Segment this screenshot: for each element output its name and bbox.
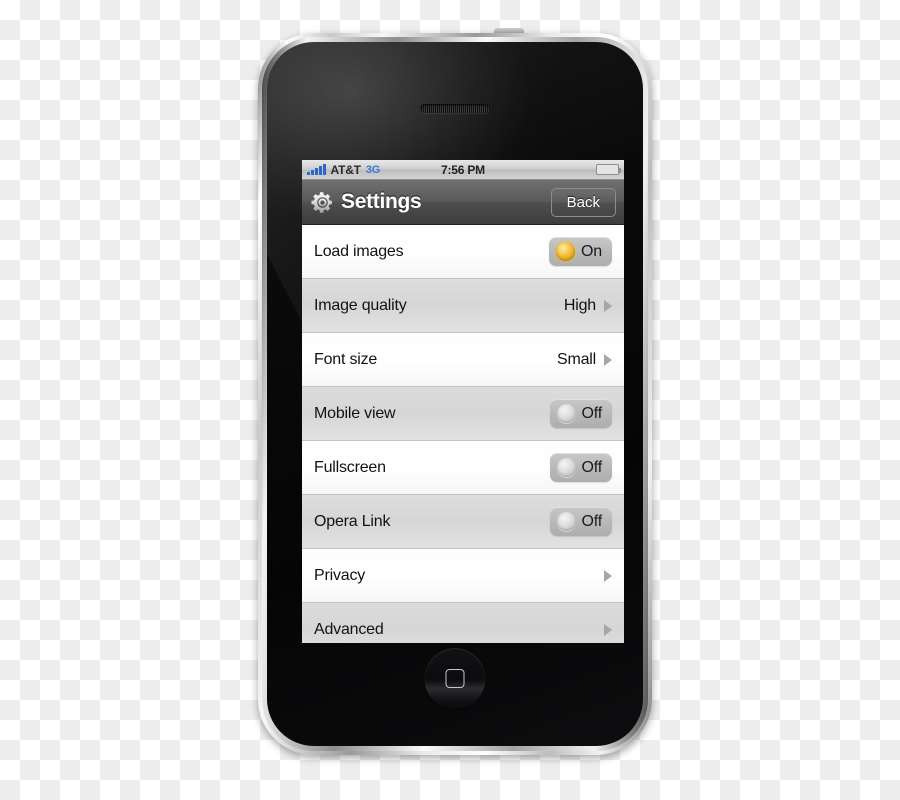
settings-row-label: Fullscreen <box>314 458 386 476</box>
status-bar-right <box>596 164 621 175</box>
device-front-glass: AT&T 3G 7:56 PM Settings Back Load image… <box>267 42 643 746</box>
settings-row-label: Privacy <box>314 566 366 584</box>
settings-row-label: Load images <box>314 242 404 260</box>
settings-row-control <box>596 569 612 582</box>
phone-device: AT&T 3G 7:56 PM Settings Back Load image… <box>258 28 652 755</box>
toggle-switch[interactable]: Off <box>549 399 612 428</box>
toggle-state-label: On <box>581 242 602 260</box>
settings-row-control: Off <box>549 453 612 482</box>
toggle-state-label: Off <box>581 404 603 422</box>
settings-row-control: High <box>564 297 612 315</box>
toggle-state-label: Off <box>581 512 603 530</box>
toggle-switch[interactable]: Off <box>549 507 612 536</box>
chevron-right-icon <box>604 569 612 582</box>
settings-row[interactable]: Advanced <box>302 603 624 643</box>
settings-row-label: Opera Link <box>314 512 391 530</box>
earpiece-speaker-icon <box>420 104 490 113</box>
settings-row-control: Off <box>549 507 612 536</box>
status-bar-clock: 7:56 PM <box>441 162 485 177</box>
toggle-knob-icon <box>556 512 576 531</box>
gear-icon <box>311 191 332 213</box>
settings-row-value: High <box>563 296 596 314</box>
navigation-bar: Settings Back <box>302 180 624 225</box>
chevron-right-icon <box>604 299 612 312</box>
settings-row[interactable]: Load images On <box>302 225 624 279</box>
toggle-switch[interactable]: Off <box>549 453 612 482</box>
chevron-right-icon <box>604 353 612 366</box>
toggle-knob-icon <box>556 404 576 423</box>
settings-row-value: Small <box>556 350 596 368</box>
phone-screen: AT&T 3G 7:56 PM Settings Back Load image… <box>302 160 624 643</box>
toggle-knob-icon <box>556 458 576 477</box>
settings-row[interactable]: Privacy <box>302 549 624 603</box>
settings-row-control <box>596 623 612 636</box>
home-square-icon <box>445 669 465 688</box>
settings-row-control: Small <box>557 351 612 369</box>
settings-row[interactable]: Image quality High <box>302 279 624 333</box>
toggle-state-label: Off <box>581 458 603 476</box>
settings-row-label: Font size <box>314 350 378 368</box>
toggle-knob-icon <box>556 242 576 261</box>
back-button[interactable]: Back <box>550 187 616 217</box>
settings-row-label: Advanced <box>314 620 384 638</box>
settings-list: Load images On Image quality High Font size S… <box>302 225 624 643</box>
settings-row[interactable]: Fullscreen Off <box>302 441 624 495</box>
chevron-right-icon <box>604 623 612 636</box>
home-button[interactable] <box>424 648 486 709</box>
toggle-switch[interactable]: On <box>549 237 612 266</box>
settings-row-control: Off <box>549 399 612 428</box>
settings-row-control: On <box>549 237 612 266</box>
settings-row-label: Image quality <box>314 296 407 314</box>
settings-row[interactable]: Font size Small <box>302 333 624 387</box>
battery-icon <box>596 164 621 175</box>
settings-row[interactable]: Opera Link Off <box>302 495 624 549</box>
settings-row[interactable]: Mobile view Off <box>302 387 624 441</box>
page-title: Settings <box>341 190 422 213</box>
settings-row-label: Mobile view <box>314 404 396 422</box>
status-bar: AT&T 3G 7:56 PM <box>302 160 624 180</box>
